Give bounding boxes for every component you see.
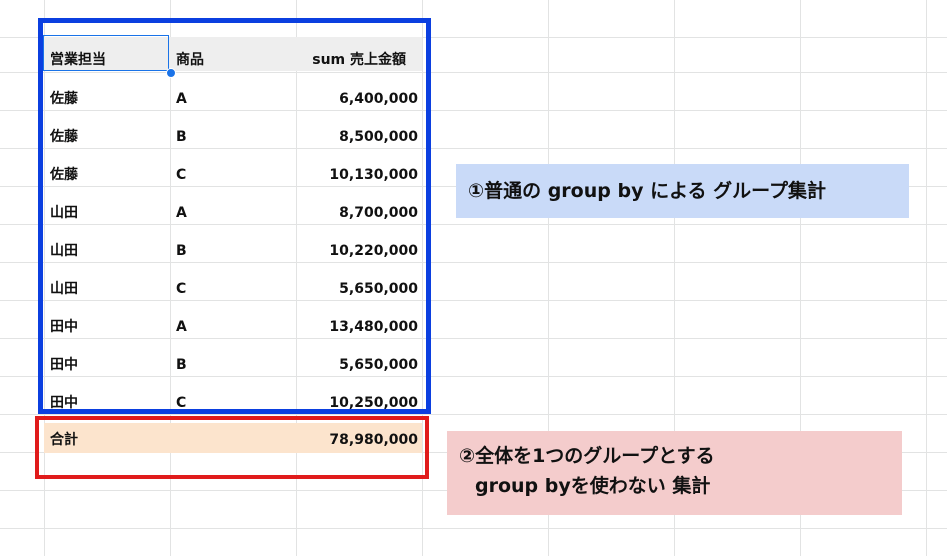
total-highlight-frame xyxy=(35,416,429,479)
total-annotation: ②全体を1つのグループとする group byを使わない 集計 xyxy=(447,431,902,515)
group-by-annotation: ①普通の group by による グループ集計 xyxy=(456,164,909,218)
group-by-highlight-frame xyxy=(38,18,431,414)
total-annotation-line1: ②全体を1つのグループとする xyxy=(459,445,715,467)
total-annotation-line2: group byを使わない 集計 xyxy=(475,475,711,497)
group-by-annotation-text: ①普通の group by による グループ集計 xyxy=(468,180,826,202)
